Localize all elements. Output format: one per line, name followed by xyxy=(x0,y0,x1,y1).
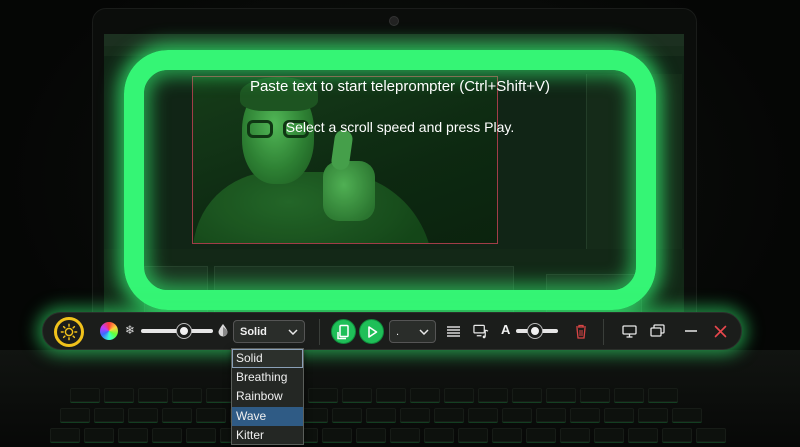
page-fit-button[interactable] xyxy=(331,319,356,344)
snowflake-icon: ❄ xyxy=(125,323,136,337)
effect-select[interactable]: Solid xyxy=(233,320,305,343)
effect-select-value: Solid xyxy=(240,325,267,338)
prompter-instruction-paste: Paste text to start teleprompter (Ctrl+S… xyxy=(249,78,551,95)
display-button[interactable] xyxy=(621,323,637,339)
windows-button[interactable] xyxy=(649,323,665,339)
speed-select[interactable]: . xyxy=(389,320,436,343)
play-icon xyxy=(367,325,377,338)
effect-option-solid[interactable]: Solid xyxy=(232,349,303,369)
monitor-icon xyxy=(621,324,637,338)
prompter-instruction-speed: Select a scroll speed and press Play. xyxy=(285,119,515,135)
separator xyxy=(603,319,604,345)
drop-icon xyxy=(218,324,228,337)
background-scene xyxy=(0,0,800,447)
keyboard-row xyxy=(70,388,678,402)
chevron-down-icon xyxy=(288,328,298,335)
delete-button[interactable] xyxy=(573,323,589,339)
font-size-slider-thumb[interactable] xyxy=(527,324,542,338)
page-icon xyxy=(336,324,349,339)
background-app-titlebar xyxy=(104,34,684,46)
close-button[interactable] xyxy=(712,323,728,339)
close-icon xyxy=(714,325,726,337)
brightness-toggle[interactable] xyxy=(54,317,84,347)
align-button[interactable] xyxy=(445,323,461,339)
trash-icon xyxy=(576,324,586,339)
minimize-button[interactable] xyxy=(683,323,699,339)
keyboard-row xyxy=(50,428,726,442)
webcam xyxy=(389,16,399,26)
separator xyxy=(319,319,320,345)
font-size-icon: A xyxy=(501,322,511,337)
effect-option-kitter[interactable]: Kitter xyxy=(232,426,303,445)
windows-icon xyxy=(649,324,665,337)
voice-control-button[interactable] xyxy=(473,323,489,339)
effect-option-breathing[interactable]: Breathing xyxy=(232,368,303,387)
sun-icon xyxy=(60,323,78,341)
monitor-music-icon xyxy=(473,324,489,338)
minimize-icon xyxy=(685,330,697,332)
chevron-down-icon xyxy=(419,328,429,335)
control-bar: ❄ Solid . A xyxy=(42,312,742,350)
effect-option-rainbow[interactable]: Rainbow xyxy=(232,387,303,406)
brightness-slider-thumb[interactable] xyxy=(177,324,192,338)
effect-option-wave[interactable]: Wave xyxy=(232,406,303,426)
play-button[interactable] xyxy=(359,319,384,344)
laptop-keyboard xyxy=(0,350,800,447)
color-wheel-icon[interactable] xyxy=(100,322,118,340)
keyboard-row xyxy=(60,408,702,422)
align-justify-icon xyxy=(446,325,460,337)
effect-dropdown-menu: Solid Breathing Rainbow Wave Kitter xyxy=(231,348,304,445)
speed-select-value: . xyxy=(396,325,400,338)
